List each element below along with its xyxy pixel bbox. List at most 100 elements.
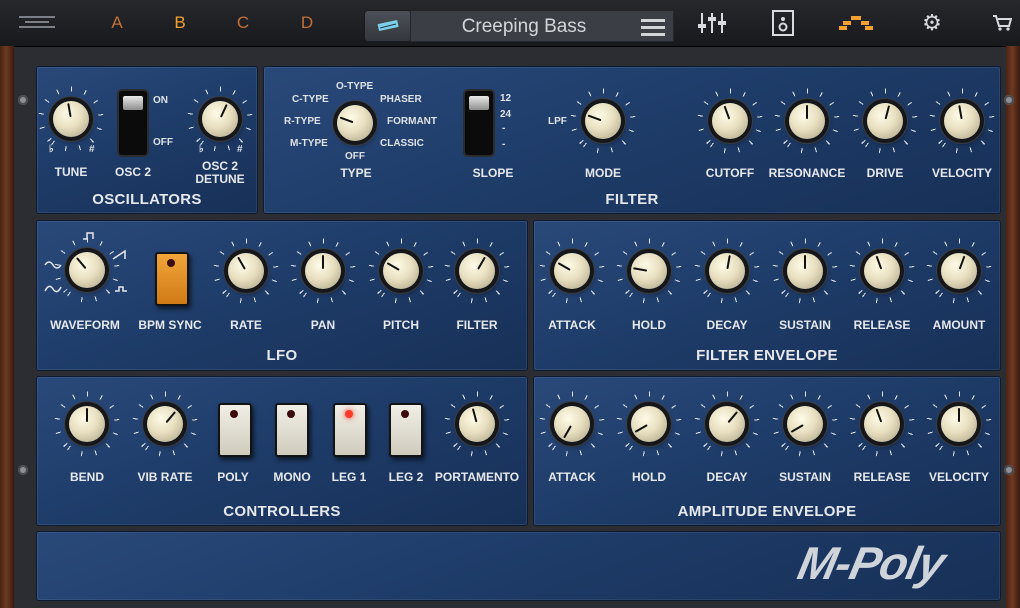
filter-velocity-knob[interactable] xyxy=(944,103,980,139)
resonance-knob[interactable] xyxy=(789,103,825,139)
slot-d-button[interactable]: D xyxy=(292,0,322,46)
filter-title: FILTER xyxy=(605,191,659,208)
filter-env-release-knob[interactable] xyxy=(864,253,900,289)
portamento-knob[interactable] xyxy=(459,406,495,442)
amplitude-envelope-title: AMPLITUDE ENVELOPE xyxy=(677,503,857,520)
tune-knob[interactable] xyxy=(53,101,89,137)
bpm-sync-button[interactable] xyxy=(155,252,189,306)
filter-envelope-title: FILTER ENVELOPE xyxy=(696,347,838,364)
slope-option: 12 xyxy=(500,93,512,104)
filter-env-decay-knob[interactable] xyxy=(709,253,745,289)
mode-label: MODE xyxy=(585,166,621,180)
filter-env-sustain-label: SUSTAIN xyxy=(779,318,831,332)
lfo-filter-knob[interactable] xyxy=(459,253,495,289)
mono-button[interactable] xyxy=(275,403,309,457)
slot-a-button[interactable]: A xyxy=(102,0,132,46)
bend-label: BEND xyxy=(69,470,105,484)
filter-env-decay-label: DECAY xyxy=(706,318,748,332)
osc2-on-label: ON xyxy=(153,95,168,106)
amp-env-velocity-knob[interactable] xyxy=(941,406,977,442)
waveform-label: WAVEFORM xyxy=(50,318,120,332)
preset-name: Creeping Bass xyxy=(461,16,587,37)
mixer-sliders-icon[interactable] xyxy=(696,0,728,46)
type-option[interactable]: PHASER xyxy=(380,94,422,105)
leg1-button[interactable] xyxy=(333,403,367,457)
lfo-rate-knob[interactable] xyxy=(228,253,264,289)
leg1-label: LEG 1 xyxy=(331,470,367,484)
filter-env-amount-label: AMOUNT xyxy=(932,318,986,332)
bend-knob[interactable] xyxy=(69,406,105,442)
amp-env-hold-label: HOLD xyxy=(632,470,666,484)
bpm-sync-led xyxy=(167,259,175,267)
amp-env-release-knob[interactable] xyxy=(864,406,900,442)
vib-rate-knob[interactable] xyxy=(147,406,183,442)
slope-label: SLOPE xyxy=(472,166,514,180)
screw xyxy=(18,95,28,105)
portamento-label: PORTAMENTO xyxy=(434,470,520,484)
filter-env-attack-knob[interactable] xyxy=(554,253,590,289)
cutoff-knob[interactable] xyxy=(712,103,748,139)
type-knob[interactable] xyxy=(337,105,373,141)
leg2-button[interactable] xyxy=(389,403,423,457)
amp-env-decay-knob[interactable] xyxy=(709,406,745,442)
mode-knob[interactable] xyxy=(585,103,621,139)
speaker-icon[interactable] xyxy=(770,0,796,46)
poly-button[interactable] xyxy=(218,403,252,457)
lfo-pitch-knob[interactable] xyxy=(383,253,419,289)
wood-side-left xyxy=(0,46,14,608)
leg2-label: LEG 2 xyxy=(388,470,424,484)
slope-switch[interactable] xyxy=(465,91,493,155)
lfo-pitch-label: PITCH xyxy=(383,318,419,332)
type-option[interactable]: M-TYPE xyxy=(290,138,328,149)
sharp-symbol: # xyxy=(237,144,243,155)
type-option[interactable]: CLASSIC xyxy=(380,138,424,149)
oscillators-title: OSCILLATORS xyxy=(92,191,202,208)
cutoff-label: CUTOFF xyxy=(705,166,755,180)
slot-b-button[interactable]: B xyxy=(165,0,195,46)
type-option[interactable]: OFF xyxy=(345,151,365,162)
screw xyxy=(1004,465,1014,475)
keyboard-button[interactable] xyxy=(364,10,412,42)
amp-env-sustain-knob[interactable] xyxy=(787,406,823,442)
type-option[interactable]: C-TYPE xyxy=(292,94,329,105)
filter-env-amount-knob[interactable] xyxy=(941,253,977,289)
osc2-switch[interactable] xyxy=(119,91,147,155)
slope-option: - xyxy=(502,123,506,134)
filter-env-sustain-knob[interactable] xyxy=(787,253,823,289)
amp-env-attack-knob[interactable] xyxy=(554,406,590,442)
top-toolbar: A B C D Creeping Bass ⚙ xyxy=(0,0,1020,47)
menu-lines-icon[interactable] xyxy=(18,0,56,46)
resonance-label: RESONANCE xyxy=(768,166,846,180)
steps-icon[interactable] xyxy=(838,0,874,46)
flat-symbol: ♭ xyxy=(199,144,204,155)
waveform-knob[interactable] xyxy=(69,252,105,288)
lfo-filter-label: FILTER xyxy=(456,318,498,332)
drive-knob[interactable] xyxy=(867,103,903,139)
cart-icon[interactable] xyxy=(990,0,1014,46)
lfo-pan-label: PAN xyxy=(310,318,336,332)
screw xyxy=(18,465,28,475)
slot-c-button[interactable]: C xyxy=(228,0,258,46)
amp-env-hold-knob[interactable] xyxy=(631,406,667,442)
flat-symbol: ♭ xyxy=(49,144,54,155)
logo-panel: M-Poly xyxy=(37,532,1000,600)
osc2-detune-label: OSC 2 DETUNE xyxy=(195,159,245,186)
gear-icon[interactable]: ⚙ xyxy=(920,0,944,46)
type-option[interactable]: FORMANT xyxy=(387,116,437,127)
filter-env-hold-knob[interactable] xyxy=(631,253,667,289)
filter-env-hold-label: HOLD xyxy=(632,318,666,332)
drive-label: DRIVE xyxy=(866,166,904,180)
slope-option: - xyxy=(502,139,506,150)
leg2-led xyxy=(401,410,409,418)
filter-env-release-label: RELEASE xyxy=(853,318,911,332)
osc2-detune-knob[interactable] xyxy=(202,101,238,137)
mode-option[interactable]: LPF xyxy=(548,116,567,127)
lfo-pan-knob[interactable] xyxy=(305,253,341,289)
slope-option: 24 xyxy=(500,109,512,120)
poly-label: POLY xyxy=(217,470,249,484)
preset-selector[interactable]: Creeping Bass xyxy=(410,10,674,42)
type-option[interactable]: O-TYPE xyxy=(336,81,373,92)
type-option[interactable]: R-TYPE xyxy=(284,116,321,127)
mono-label: MONO xyxy=(273,470,311,484)
hamburger-icon[interactable] xyxy=(641,19,665,40)
